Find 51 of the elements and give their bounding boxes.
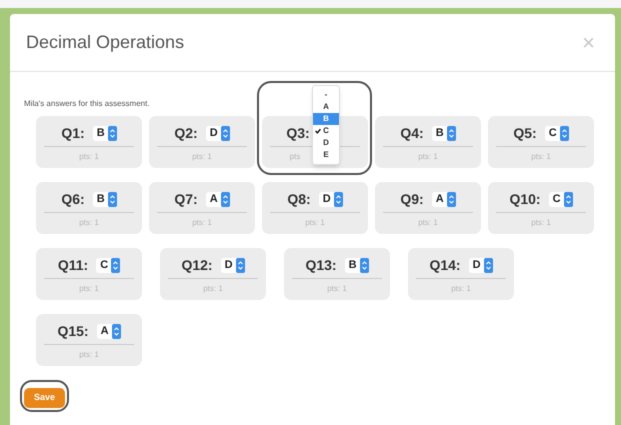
answer-select[interactable]: C (544, 126, 569, 140)
question-label: Q8: (287, 190, 311, 209)
answer-select[interactable]: D (318, 192, 343, 206)
check-icon (315, 128, 321, 134)
stepper-icon (446, 126, 456, 140)
stepper-icon (236, 258, 245, 272)
question-label: Q6: (61, 190, 85, 209)
question-label: Q10: (509, 190, 541, 209)
question-label: Q15: (57, 322, 89, 341)
question-label: Q12: (181, 256, 213, 275)
stepper-icon (360, 258, 369, 272)
menu-option[interactable]: D (313, 137, 339, 149)
stepper-icon (220, 192, 230, 206)
answer-select[interactable]: A (432, 192, 456, 206)
answer-select[interactable]: D (206, 126, 230, 140)
question-label: Q2: (174, 124, 198, 143)
answer-select[interactable]: B (92, 126, 117, 140)
stepper-icon (111, 258, 120, 272)
menu-option[interactable]: A (313, 101, 339, 113)
stepper-icon (334, 192, 343, 206)
dialog-title: Decimal Operations (26, 31, 184, 54)
stepper-icon (484, 258, 493, 272)
answer-select[interactable]: D (220, 258, 245, 272)
menu-option[interactable]: - (313, 89, 339, 101)
answer-select[interactable]: C (96, 258, 120, 272)
question-label: Q5: (513, 124, 537, 143)
answer-select[interactable]: B (92, 192, 117, 206)
question-label: Q11: (58, 256, 88, 275)
question-label: Q4: (400, 124, 424, 143)
answer-select[interactable]: B (432, 126, 456, 140)
answer-select[interactable]: C (548, 192, 573, 206)
question-label: Q1: (61, 124, 85, 143)
question-label: Q7: (174, 190, 198, 209)
menu-option[interactable]: C (313, 125, 339, 137)
question-label: Q3: (286, 124, 310, 143)
stepper-icon (112, 324, 121, 338)
answer-select[interactable]: A (96, 324, 121, 338)
answer-select[interactable]: B (344, 258, 369, 272)
stepper-icon (108, 192, 117, 206)
stepper-icon (108, 126, 117, 140)
question-label: Q13: (305, 256, 337, 275)
answer-select[interactable]: D (468, 258, 493, 272)
answer-select[interactable]: A (206, 192, 230, 206)
stepper-icon (564, 192, 573, 206)
menu-option[interactable]: E (313, 149, 339, 161)
stepper-icon (446, 192, 456, 206)
stepper-icon (220, 126, 230, 140)
question-label: Q14: (429, 256, 461, 275)
question-label: Q9: (400, 190, 424, 209)
intro-text: Mila's answers for this assessment. (24, 98, 150, 110)
stepper-icon (560, 126, 569, 140)
